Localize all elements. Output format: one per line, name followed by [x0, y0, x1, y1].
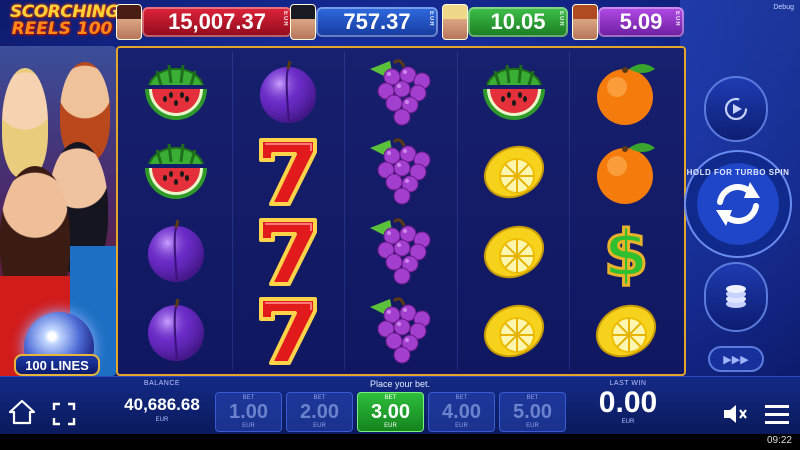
grapes-icon	[364, 55, 438, 129]
bet-currency: EUR	[384, 423, 397, 429]
jackpot-currency: EUR	[558, 11, 564, 27]
seven-icon	[251, 214, 325, 288]
stake-button[interactable]	[704, 262, 768, 332]
bet-option[interactable]: BET 1.00 EUR	[215, 392, 282, 432]
jackpot-3: 10.05 EUR	[442, 3, 568, 41]
system-status-bar	[0, 434, 800, 450]
watermelon-icon	[139, 55, 213, 129]
jackpot-currency: EUR	[428, 11, 434, 27]
reel-column	[345, 52, 458, 370]
lemon-icon	[477, 134, 551, 208]
clock: 09:22	[766, 435, 792, 446]
bet-value: 1.00	[229, 401, 268, 423]
reel-column	[458, 52, 571, 370]
jackpot-value-box: 757.37 EUR	[316, 7, 438, 37]
reels-area: $	[116, 46, 686, 376]
character-blonde	[2, 68, 48, 178]
balance-label: BALANCE	[143, 380, 181, 387]
jackpot-portrait	[116, 4, 142, 40]
jackpot-value: 15,007.37	[168, 9, 266, 34]
grapes-icon	[364, 134, 438, 208]
last-win-display: LAST WIN 0.00 EUR	[578, 380, 678, 430]
place-bet-message: Place your bet.	[369, 379, 431, 389]
jackpot-value: 10.05	[490, 9, 546, 34]
watermelon-icon	[139, 134, 213, 208]
fullscreen-icon[interactable]	[52, 402, 76, 426]
bet-currency: EUR	[526, 423, 539, 429]
jackpot-portrait	[572, 4, 598, 40]
reel-column: $	[570, 52, 682, 370]
bet-value: 3.00	[371, 401, 410, 423]
debug-label[interactable]: Debug	[773, 4, 794, 11]
bet-value: 2.00	[300, 401, 339, 423]
plum-icon	[139, 214, 213, 288]
lines-badge: 100 LINES	[14, 354, 100, 376]
jackpot-4: 5.09 EUR	[572, 3, 684, 41]
jackpot-value: 757.37	[343, 9, 411, 34]
balance-currency: EUR	[155, 417, 169, 423]
bet-option[interactable]: BET 2.00 EUR	[286, 392, 353, 432]
grapes-icon	[364, 214, 438, 288]
balance-display: BALANCE 40,686.68 EUR	[112, 380, 212, 430]
seven-icon	[251, 134, 325, 208]
reel-column	[120, 52, 233, 370]
autoplay-icon	[724, 97, 748, 121]
jackpot-portrait	[442, 4, 468, 40]
dollar-icon: $	[589, 214, 663, 293]
lemon-icon	[477, 214, 551, 288]
lemon-icon	[477, 293, 551, 367]
bet-value: 5.00	[513, 401, 552, 423]
balance-value: 40,686.68	[124, 395, 200, 414]
jackpot-value-box: 5.09 EUR	[598, 7, 684, 37]
seven-icon	[251, 293, 325, 367]
jackpot-2: 757.37 EUR	[290, 3, 438, 41]
bet-option[interactable]: BET 4.00 EUR	[428, 392, 495, 432]
plum-icon	[251, 55, 325, 129]
bet-option[interactable]: BET 5.00 EUR	[499, 392, 566, 432]
game-logo: SCORCHING REELS 100	[10, 4, 119, 46]
home-icon[interactable]	[8, 398, 36, 426]
bet-selector: BET 1.00 EUR BET 2.00 EUR BET 3.00 EUR B…	[215, 392, 566, 432]
menu-icon[interactable]	[762, 400, 792, 428]
turbo-spin-label: HOLD FOR TURBO SPIN	[686, 168, 790, 177]
plum-icon	[139, 293, 213, 367]
svg-text:$: $	[604, 218, 649, 288]
fast-forward-icon: ▶▶▶	[723, 353, 749, 366]
jackpot-value-box: 10.05 EUR	[468, 7, 568, 37]
reel-column	[233, 52, 346, 370]
logo-line-2: REELS 100	[11, 19, 113, 39]
jackpot-currency: EUR	[674, 11, 680, 27]
lemon-icon	[589, 293, 663, 367]
jackpot-value-box: 15,007.37 EUR	[142, 7, 292, 37]
coins-icon	[726, 285, 746, 308]
bet-currency: EUR	[455, 423, 468, 429]
watermelon-icon	[477, 55, 551, 129]
orange-icon	[589, 134, 663, 208]
fast-forward-button[interactable]: ▶▶▶	[708, 346, 764, 372]
characters-panel	[0, 46, 116, 376]
bet-value: 4.00	[442, 401, 481, 423]
spin-icon	[716, 182, 760, 226]
sound-muted-icon[interactable]	[722, 402, 748, 426]
jackpot-value: 5.09	[619, 9, 663, 34]
bet-currency: EUR	[313, 423, 326, 429]
jackpot-portrait	[290, 4, 316, 40]
autoplay-button[interactable]	[704, 76, 768, 142]
last-win-value: 0.00	[598, 386, 658, 419]
jackpot-currency: EUR	[282, 11, 288, 27]
jackpot-1: 15,007.37 EUR	[116, 3, 292, 41]
bet-currency: EUR	[242, 423, 255, 429]
spin-button[interactable]	[684, 150, 792, 258]
last-win-currency: EUR	[621, 419, 635, 425]
grapes-icon	[364, 293, 438, 367]
bet-option-selected[interactable]: BET 3.00 EUR	[357, 392, 424, 432]
orange-icon	[589, 55, 663, 129]
